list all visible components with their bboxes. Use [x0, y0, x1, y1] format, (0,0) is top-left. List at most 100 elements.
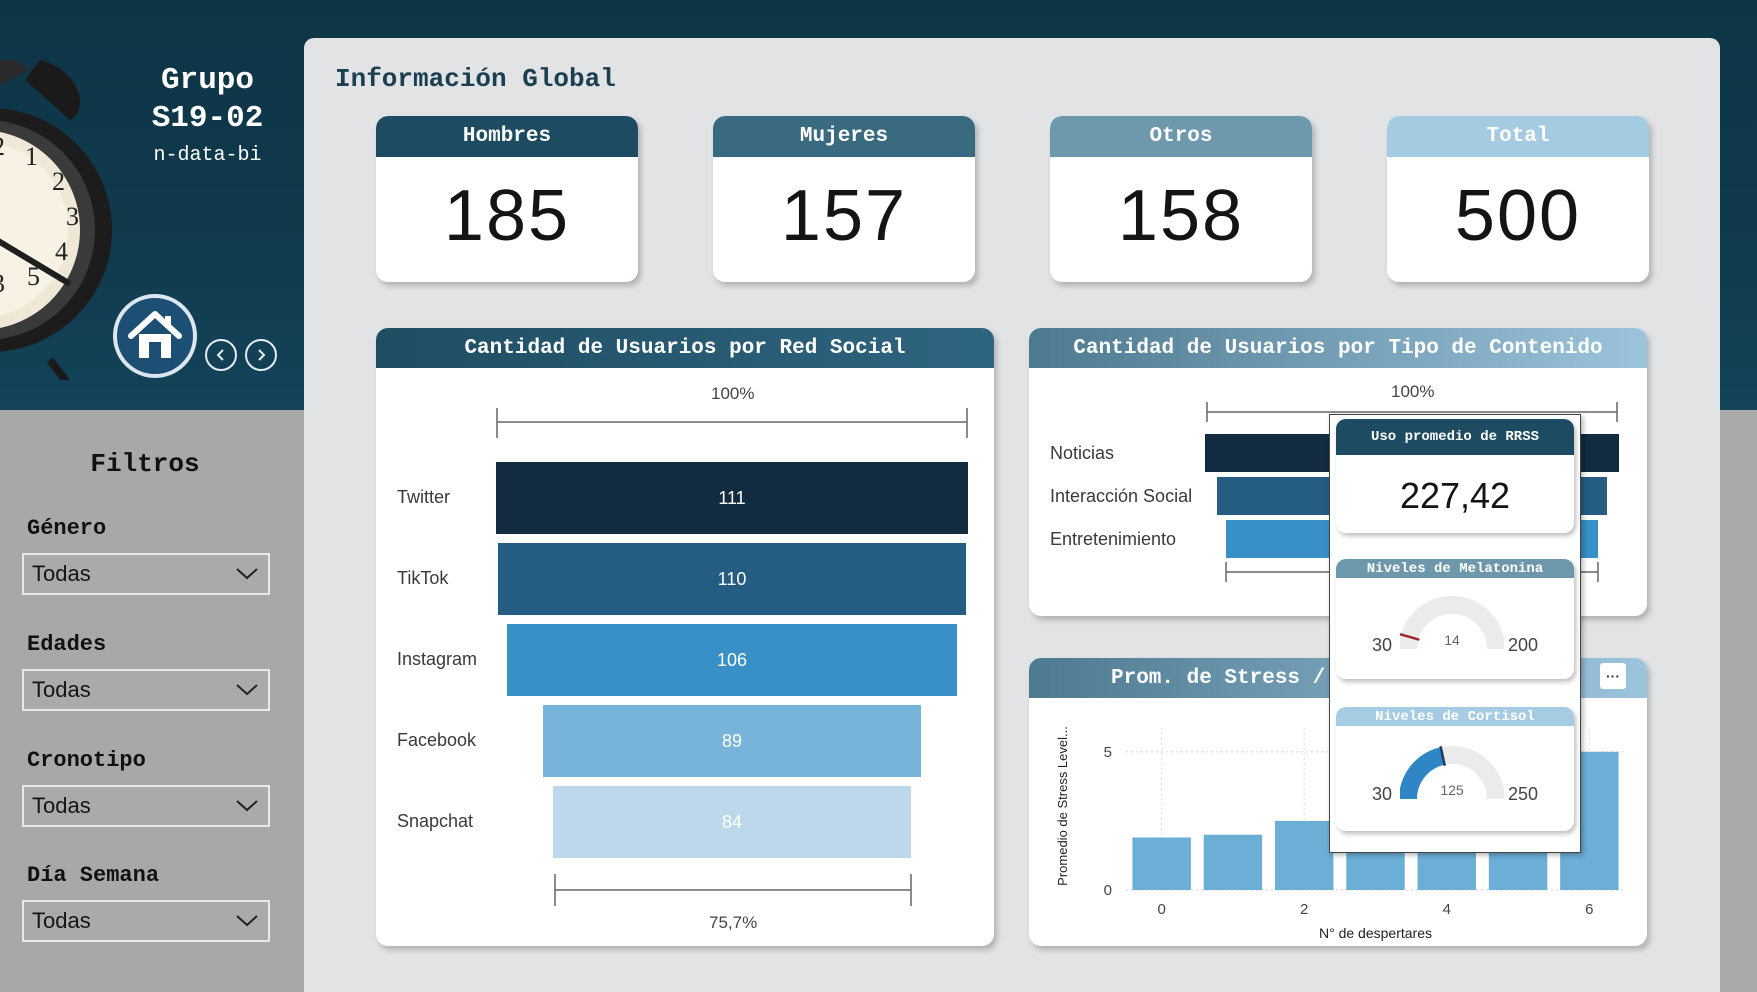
home-button[interactable]: [113, 294, 197, 378]
filter-label-edades: Edades: [27, 632, 107, 657]
gauge-value: 14: [1444, 632, 1460, 648]
kpi-card-mujeres: Mujeres 157: [713, 116, 975, 282]
kpi-value: 185: [443, 176, 571, 256]
tooltip-uso-title: Uso promedio de RRSS: [1336, 419, 1574, 455]
chevron-down-icon: [236, 800, 258, 812]
y-tick-label: 5: [1104, 744, 1112, 761]
back-button[interactable]: [205, 339, 237, 371]
brand-title-line2: S19-02: [151, 101, 264, 136]
funnel-bar[interactable]: 89: [542, 705, 922, 777]
tooltip-melatonina-title: Niveles de Melatonina: [1336, 559, 1574, 578]
funnel-label: Instagram: [397, 649, 478, 669]
chevron-down-icon: [236, 915, 258, 927]
x-tick-label: 4: [1443, 901, 1451, 918]
funnel-bar-value: 106: [716, 649, 748, 670]
clock-number: 2: [52, 167, 65, 196]
chevron-left-icon: [216, 349, 224, 361]
filter-value: Todas: [32, 677, 91, 702]
content-funnel-top-pct: 100%: [1391, 382, 1435, 401]
chevron-down-icon: [236, 568, 258, 580]
kpi-value: 157: [780, 176, 908, 256]
kpi-header: Total: [1387, 116, 1649, 157]
gauge-max: 250: [1508, 784, 1539, 804]
funnel-label: Facebook: [397, 730, 477, 750]
alarm-clock-icon: 2 1 2 3 4 5 3: [0, 60, 112, 380]
x-axis-label: N° de despertares: [1319, 925, 1432, 941]
stress-bar[interactable]: [1274, 820, 1334, 890]
filter-select-dia-semana[interactable]: Todas: [22, 900, 270, 942]
filter-value: Todas: [32, 908, 91, 933]
gauge-max: 200: [1508, 635, 1539, 655]
home-icon: [128, 311, 182, 358]
kpi-value: 158: [1117, 176, 1245, 256]
y-tick-label: 0: [1104, 882, 1112, 899]
content-funnel-label: Noticias: [1050, 443, 1115, 463]
cortisol-gauge: 125: [1400, 745, 1504, 800]
kpi-header: Mujeres: [713, 116, 975, 157]
funnel-bar-value: 84: [721, 811, 742, 832]
kpi-header: Hombres: [376, 116, 638, 157]
funnel-bar[interactable]: 111: [496, 462, 968, 534]
main-title: Información Global: [335, 64, 616, 94]
clock-number: 3: [0, 269, 5, 298]
tooltip-cortisol-title: Niveles de Cortisol: [1336, 707, 1574, 726]
filter-label-dia-semana: Día Semana: [27, 863, 160, 888]
filter-select-edades[interactable]: Todas: [22, 669, 270, 711]
chevron-down-icon: [236, 684, 258, 696]
gauge-fill: [1400, 747, 1446, 800]
brand-subtitle: n-data-bi: [153, 144, 262, 167]
right-margin: [1720, 410, 1757, 992]
content-funnel-label: Entretenimiento: [1050, 529, 1177, 549]
filter-select-genero[interactable]: Todas: [22, 553, 270, 595]
funnel-bottom-pct: 75,7%: [709, 913, 758, 932]
tooltip-uso-card: Uso promedio de RRSS 227,42: [1336, 419, 1574, 533]
stress-bar[interactable]: [1203, 834, 1263, 890]
y-axis-label: Promedio de Stress Level...: [1055, 726, 1070, 886]
funnel-label: Snapchat: [397, 811, 474, 831]
x-tick-label: 0: [1157, 901, 1165, 918]
tooltip-uso-value: 227,42: [1399, 475, 1511, 516]
kpi-card-total: Total 500: [1387, 116, 1649, 282]
funnel-bar[interactable]: 84: [553, 786, 911, 858]
x-tick-label: 6: [1585, 901, 1593, 918]
clock-number: 1: [25, 142, 38, 171]
forward-button[interactable]: [245, 339, 277, 371]
gauge-min: 30: [1372, 635, 1393, 655]
brand-title-line1: Grupo: [160, 63, 254, 98]
melatonina-gauge: 14: [1400, 596, 1504, 650]
funnel-label: Twitter: [397, 487, 451, 507]
kpi-card-hombres: Hombres 185: [376, 116, 638, 282]
funnel-bottom-bracket: [554, 874, 912, 906]
clock-number: 5: [27, 262, 40, 291]
funnel-bar-value: 110: [717, 568, 747, 589]
filter-label-genero: Género: [27, 516, 107, 541]
kpi-header: Otros: [1050, 116, 1312, 157]
gauge-value: 125: [1440, 782, 1464, 798]
filter-value: Todas: [32, 793, 91, 818]
filters-title: Filtros: [90, 449, 200, 479]
clock-number: 3: [66, 202, 79, 231]
x-tick-label: 2: [1300, 901, 1308, 918]
panel-title: Cantidad de Usuarios por Red Social: [376, 328, 994, 368]
clock-number: 2: [0, 132, 5, 161]
funnel-bar-value: 111: [718, 487, 746, 508]
clock-number: 4: [55, 237, 68, 266]
brand-title: Grupo S19-02: [140, 62, 275, 138]
kpi-card-otros: Otros 158: [1050, 116, 1312, 282]
funnel-label: TikTok: [397, 568, 449, 588]
kpi-value: 500: [1454, 176, 1582, 256]
filter-value: Todas: [32, 561, 91, 586]
funnel-bar-value: 89: [721, 730, 742, 751]
gauge-min: 30: [1372, 784, 1393, 804]
content-funnel-label: Interacción Social: [1050, 486, 1193, 506]
chevron-right-icon: [258, 349, 266, 361]
funnel-top-pct: 100%: [711, 384, 755, 403]
funnel-bar[interactable]: 106: [506, 624, 958, 696]
panel-title: Cantidad de Usuarios por Tipo de Conteni…: [1029, 328, 1647, 368]
funnel-top-bracket: [496, 408, 968, 438]
funnel-bar[interactable]: 110: [498, 543, 966, 615]
stress-bar[interactable]: [1132, 837, 1191, 890]
tooltip-overlay: Uso promedio de RRSS 227,42 Niveles de M…: [1329, 414, 1581, 853]
filter-select-cronotipo[interactable]: Todas: [22, 785, 270, 827]
more-options-button[interactable]: ···: [1600, 663, 1626, 689]
